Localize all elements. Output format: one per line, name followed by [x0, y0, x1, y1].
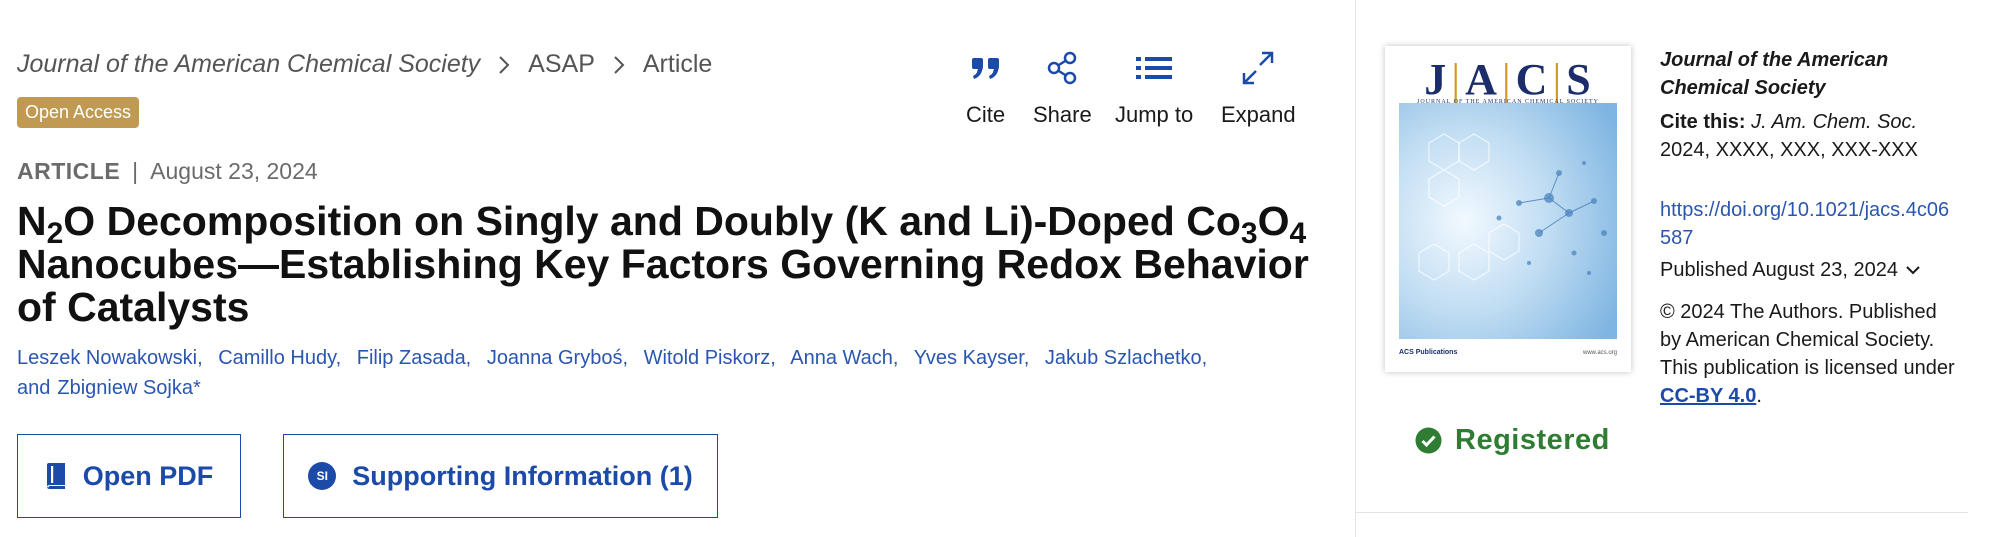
- breadcrumb: Journal of the American Chemical Society…: [17, 50, 712, 79]
- open-access-badge: Open Access: [17, 97, 140, 128]
- column-divider: [1355, 0, 1356, 537]
- chevron-right-icon: [613, 55, 625, 75]
- author-link[interactable]: Anna Wach,: [790, 347, 898, 369]
- breadcrumb-asap[interactable]: ASAP: [528, 50, 595, 79]
- book-icon: [45, 462, 67, 490]
- published-date: Published August 23, 2024: [1660, 259, 1898, 281]
- author-link[interactable]: Filip Zasada,: [357, 347, 472, 369]
- cover-publisher: ACS Publications: [1399, 349, 1458, 356]
- chevron-right-icon: [498, 55, 510, 75]
- cite-details: 2024, XXXX, XXX, XXX-XXX: [1660, 139, 1918, 161]
- jump-to-label: Jump to: [1115, 102, 1194, 127]
- doi-link[interactable]: https://doi.org/10.1021/jacs.4c06587: [1660, 196, 1960, 252]
- expand-icon: [1241, 50, 1275, 91]
- cite-this: Cite this: J. Am. Chem. Soc. 2024, XXXX,…: [1660, 108, 1960, 164]
- author-list: Leszek Nowakowski, Camillo Hudy, Filip Z…: [17, 343, 1327, 403]
- author-link[interactable]: Joanna Gryboś,: [487, 347, 628, 369]
- article-header: Journal of the American Chemical Society…: [0, 0, 1355, 537]
- journal-cover[interactable]: J|A|C|S JOURNAL OF THE AMERICAN CHEMICAL…: [1385, 46, 1631, 372]
- article-type: ARTICLE: [17, 158, 121, 184]
- open-pdf-button[interactable]: Open PDF: [17, 434, 241, 518]
- license-link[interactable]: CC-BY 4.0: [1660, 385, 1756, 407]
- article-meta: ARTICLE | August 23, 2024: [17, 158, 318, 185]
- breadcrumb-journal[interactable]: Journal of the American Chemical Society: [17, 50, 480, 79]
- author-link[interactable]: Jakub Szlachetko,: [1045, 347, 1207, 369]
- author-link[interactable]: Yves Kayser,: [914, 347, 1030, 369]
- panel-divider: [1356, 512, 1968, 513]
- cover-artwork: [1399, 103, 1617, 339]
- jump-to-button[interactable]: Jump to: [1115, 50, 1193, 128]
- si-badge-icon: SI: [308, 462, 337, 490]
- author-link[interactable]: Camillo Hudy,: [218, 347, 341, 369]
- breadcrumb-article: Article: [642, 50, 713, 78]
- cite-button[interactable]: Cite: [966, 50, 1005, 128]
- article-title: N2O Decomposition on Singly and Doubly (…: [17, 198, 1309, 330]
- supporting-information-label: Supporting Information (1): [352, 460, 693, 491]
- cite-label: Cite this:: [1660, 111, 1746, 133]
- cite-label: Cite: [966, 102, 1006, 127]
- open-pdf-label: Open PDF: [82, 460, 214, 491]
- author-conjunction: and: [17, 377, 51, 399]
- journal-info-panel: Journal of the American Chemical Society…: [1660, 46, 1960, 410]
- copyright-text: © 2024 The Authors. Published by America…: [1660, 301, 1955, 379]
- copyright-notice: © 2024 The Authors. Published by America…: [1660, 298, 1960, 410]
- chevron-down-icon: [1906, 265, 1920, 275]
- meta-separator: |: [132, 158, 139, 184]
- author-link[interactable]: Zbigniew Sojka*: [57, 377, 200, 399]
- registered-label: Registered: [1455, 424, 1610, 456]
- expand-button[interactable]: Expand: [1221, 50, 1296, 128]
- cover-url: www.acs.org: [1582, 350, 1617, 356]
- share-label: Share: [1033, 102, 1092, 127]
- article-date: August 23, 2024: [150, 158, 318, 184]
- registered-badge: Registered: [1415, 424, 1610, 457]
- share-button[interactable]: Share: [1033, 50, 1092, 128]
- journal-name[interactable]: Journal of the American Chemical Society: [1660, 46, 1960, 102]
- copyright-end: .: [1756, 385, 1762, 407]
- cover-masthead: J|A|C|S: [1424, 55, 1592, 104]
- author-link[interactable]: Leszek Nowakowski,: [17, 347, 203, 369]
- share-icon: [1045, 50, 1079, 91]
- quote-icon: [969, 50, 1003, 91]
- supporting-information-button[interactable]: SI Supporting Information (1): [283, 434, 718, 518]
- published-date-toggle[interactable]: Published August 23, 2024: [1660, 256, 1960, 284]
- list-icon: [1134, 50, 1174, 91]
- cite-journal: J. Am. Chem. Soc.: [1751, 111, 1918, 133]
- expand-label: Expand: [1221, 102, 1296, 127]
- author-link[interactable]: Witold Piskorz,: [644, 347, 776, 369]
- check-circle-icon: [1415, 427, 1442, 454]
